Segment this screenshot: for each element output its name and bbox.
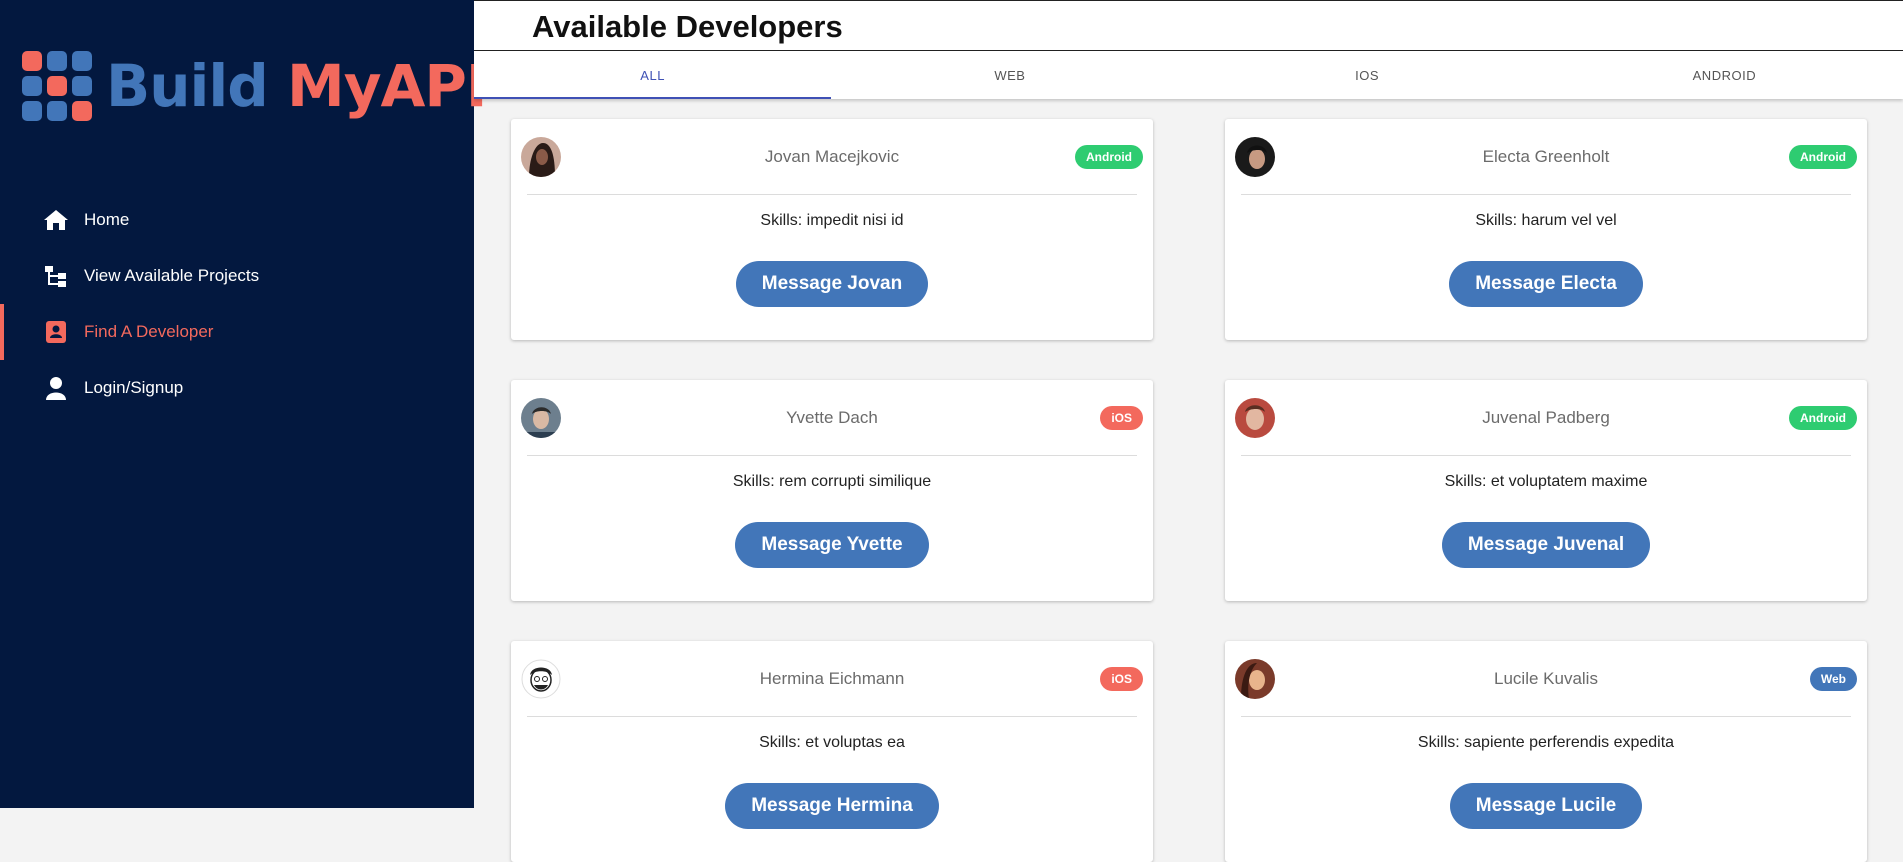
developer-name: Jovan Macejkovic <box>764 147 900 166</box>
message-button[interactable]: Message Jovan <box>735 261 929 307</box>
sidebar-item-home[interactable]: Home <box>0 192 474 248</box>
developer-name: Juvenal Padberg <box>1482 408 1610 427</box>
card-header: Hermina Eichmann iOS <box>521 641 1143 717</box>
developer-name: Lucile Kuvalis <box>1494 669 1598 688</box>
card-header: Juvenal Padberg Android <box>1235 380 1857 456</box>
card-header: Jovan Macejkovic Android <box>521 119 1143 195</box>
developer-card: Juvenal Padberg Android Skills: et volup… <box>1225 380 1867 601</box>
sidebar-item-login[interactable]: Login/Signup <box>0 360 474 416</box>
developer-skills: Skills: sapiente perferendis expedita <box>1417 734 1675 751</box>
app-logo[interactable]: Build MyAPP <box>22 48 508 124</box>
platform-badge: Web <box>1809 667 1857 691</box>
user-icon <box>43 375 69 401</box>
platform-badge: Android <box>1789 145 1857 169</box>
contact-card-icon <box>43 319 69 345</box>
developer-name: Electa Greenholt <box>1482 147 1610 166</box>
logo-grid-icon <box>22 51 92 121</box>
card-header: Lucile Kuvalis Web <box>1235 641 1857 717</box>
logo-text: Build MyAPP <box>106 52 508 120</box>
platform-badge: Android <box>1789 406 1857 430</box>
project-tree-icon <box>43 263 69 289</box>
platform-badge: iOS <box>1100 406 1143 430</box>
developer-card: Electa Greenholt Android Skills: harum v… <box>1225 119 1867 340</box>
developer-skills: Skills: impedit nisi id <box>760 212 904 229</box>
sidebar-item-label: Home <box>84 210 130 229</box>
developer-skills: Skills: et voluptas ea <box>759 734 905 751</box>
page-header: Available Developers <box>474 0 1903 51</box>
sidebar-item-label: Find A Developer <box>84 322 214 341</box>
message-button[interactable]: Message Juvenal <box>1441 522 1651 568</box>
sidebar-item-label: View Available Projects <box>84 266 260 285</box>
developer-grid: Jovan Macejkovic Android Skills: impedit… <box>511 119 1869 862</box>
message-button[interactable]: Message Electa <box>1449 261 1643 307</box>
developer-card: Lucile Kuvalis Web Skills: sapiente perf… <box>1225 641 1867 862</box>
tab-ios[interactable]: IOS <box>1189 51 1546 99</box>
platform-badge: Android <box>1075 145 1143 169</box>
developer-name: Yvette Dach <box>786 408 878 427</box>
developer-card: Hermina Eichmann iOS Skills: et voluptas… <box>511 641 1153 862</box>
tab-android[interactable]: ANDROID <box>1546 51 1903 99</box>
home-icon <box>43 207 69 233</box>
developer-card: Yvette Dach iOS Skills: rem corrupti sim… <box>511 380 1153 601</box>
sidebar-item-label: Login/Signup <box>84 378 184 397</box>
developer-name: Hermina Eichmann <box>759 669 905 688</box>
message-button[interactable]: Message Hermina <box>725 783 939 829</box>
sidebar-item-find-developer[interactable]: Find A Developer <box>0 304 474 360</box>
developer-skills: Skills: harum vel vel <box>1475 212 1617 229</box>
platform-tabs: ALL WEB IOS ANDROID <box>474 51 1903 99</box>
main-content: Available Developers ALL WEB IOS ANDROID… <box>474 0 1903 862</box>
page-title: Available Developers <box>532 9 843 44</box>
tab-web[interactable]: WEB <box>831 51 1188 99</box>
sidebar-nav: Home View Available Projects Find A Deve… <box>0 192 474 416</box>
tab-all[interactable]: ALL <box>474 51 832 99</box>
logo-word-build: Build <box>106 52 269 120</box>
developer-skills: Skills: et voluptatem maxime <box>1444 473 1648 490</box>
card-header: Yvette Dach iOS <box>521 380 1143 456</box>
developer-card: Jovan Macejkovic Android Skills: impedit… <box>511 119 1153 340</box>
platform-badge: iOS <box>1100 667 1143 691</box>
sidebar: Build MyAPP Home View Available Projects <box>0 0 508 808</box>
sidebar-item-projects[interactable]: View Available Projects <box>0 248 474 304</box>
message-button[interactable]: Message Yvette <box>735 522 929 568</box>
developer-skills: Skills: rem corrupti similique <box>732 473 932 490</box>
message-button[interactable]: Message Lucile <box>1449 783 1643 829</box>
card-header: Electa Greenholt Android <box>1235 119 1857 195</box>
